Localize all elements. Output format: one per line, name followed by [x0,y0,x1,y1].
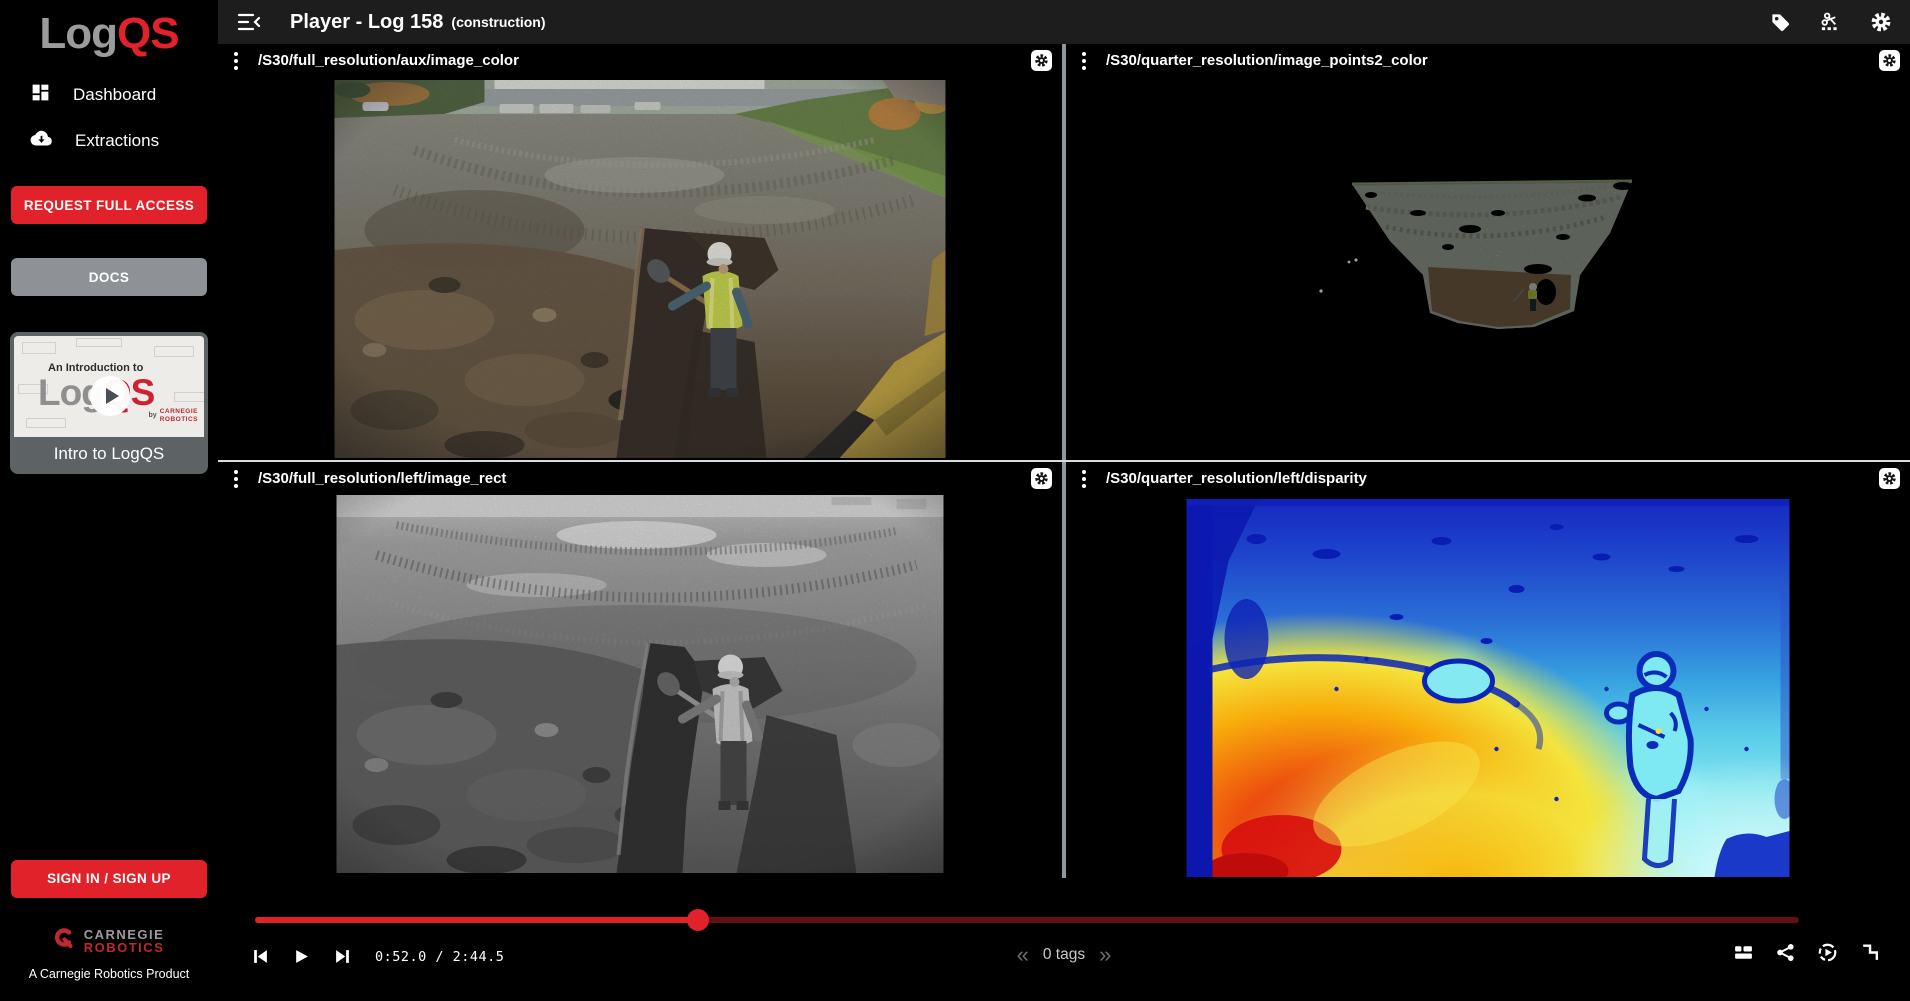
sidebar-item-label: Dashboard [73,85,156,105]
sketch-box [154,346,194,357]
panel-settings-icon[interactable] [1031,468,1052,489]
panel-grid: /S30/full_resolution/aux/image_color [218,44,1910,878]
panel-header: /S30/quarter_resolution/image_points2_co… [1066,44,1910,77]
panel-header: /S30/full_resolution/aux/image_color [218,44,1062,77]
page-title: Player - Log 158 [290,11,443,34]
previous-tag-icon[interactable]: « [1017,944,1029,966]
skip-previous-icon[interactable] [248,944,273,969]
disparity-canvas[interactable] [1066,495,1910,878]
carnegie-robotics-logo: CARNEGIE ROBOTICS [54,928,165,955]
panel-topic: /S30/full_resolution/aux/image_color [258,52,519,69]
sidebar-bottom: SIGN IN / SIGN UP CARNEGIE ROBOTICS A Ca… [0,860,218,1001]
request-full-access-button[interactable]: REQUEST FULL ACCESS [11,186,207,224]
topbar: Player - Log 158 (construction) [218,0,1910,44]
seek-progress [255,917,698,923]
step-layout-icon[interactable] [1859,942,1880,963]
sketch-box [22,342,56,354]
playback-speed-icon[interactable] [1817,942,1838,963]
video-caption: Intro to LogQS [14,437,204,470]
sidebar-nav: Dashboard Extractions [0,72,218,164]
next-tag-icon[interactable]: » [1099,944,1111,966]
skip-next-icon[interactable] [330,944,355,969]
byline-words: CARNEGIE ROBOTICS [160,408,198,422]
play-icon[interactable] [289,944,314,969]
cloud-download-icon [30,128,53,154]
panel-menu-icon[interactable] [228,466,244,492]
panel-settings-icon[interactable] [1879,50,1900,71]
tags-count-label: 0 tags [1043,946,1085,964]
page-subtitle: (construction) [451,14,545,30]
topbar-icons [1770,11,1892,34]
tag-icon[interactable] [1770,12,1791,33]
brand-words: CARNEGIE ROBOTICS [84,928,165,955]
point-cloud-canvas[interactable] [1066,77,1910,460]
panel-topic: /S30/quarter_resolution/left/disparity [1106,470,1367,487]
logqs-player-app: LogQS Dashboard Extractions REQUEST FULL [0,0,1910,1001]
image-rect-art [337,495,944,873]
sign-in-button[interactable]: SIGN IN / SIGN UP [11,860,207,898]
panel-settings-icon[interactable] [1879,468,1900,489]
panel-disparity: /S30/quarter_resolution/left/disparity [1066,462,1910,878]
seek-bar[interactable] [255,909,1799,931]
share-icon[interactable] [1775,942,1796,963]
collapse-sidebar-icon[interactable] [236,11,262,33]
panel-topic: /S30/full_resolution/left/image_rect [258,470,506,487]
sidebar-item-label: Extractions [75,131,159,151]
image-rect-canvas[interactable] [218,495,1062,878]
panel-topic: /S30/quarter_resolution/image_points2_co… [1106,52,1428,69]
byline-robotics: ROBOTICS [160,416,198,423]
panel-menu-icon[interactable] [228,48,244,74]
seek-handle[interactable] [687,909,709,931]
panel-menu-icon[interactable] [1076,466,1092,492]
gear-icon[interactable] [1870,11,1892,33]
logo-text-red: QS [117,9,179,58]
sketch-box [174,392,204,402]
brand-robotics: ROBOTICS [84,940,165,955]
image-color-art [335,80,946,458]
layout-dashboard-icon[interactable] [1733,942,1754,963]
sidebar-item-dashboard[interactable]: Dashboard [0,72,218,118]
point-cloud-art [1066,77,1910,460]
byline-by: by [149,412,157,419]
intro-video-thumbnail: An Introduction to LogQS by CARNEGIE ROB… [14,336,204,437]
logo-text-gray: Log [39,9,117,58]
intro-video-card[interactable]: An Introduction to LogQS by CARNEGIE ROB… [10,332,208,474]
sidebar: LogQS Dashboard Extractions REQUEST FULL [0,0,218,1001]
panel-settings-icon[interactable] [1031,50,1052,71]
sketch-box [76,338,122,347]
panel-points-color: /S30/quarter_resolution/image_points2_co… [1066,44,1910,460]
panel-menu-icon[interactable] [1076,48,1092,74]
byline-carnegie: CARNEGIE [160,408,198,415]
panel-header: /S30/quarter_resolution/left/disparity [1066,462,1910,495]
video-byline: by CARNEGIE ROBOTICS [149,408,198,422]
logqs-logo: LogQS [39,10,178,58]
product-line: A Carnegie Robotics Product [29,967,190,981]
dashboard-icon [30,82,51,108]
extraction-scissors-icon[interactable] [1819,11,1842,34]
player-controls-bar: 0:52.0 / 2:44.5 « 0 tags » [218,878,1910,1001]
docs-button[interactable]: DOCS [11,258,207,296]
sketch-box [26,418,66,428]
disparity-art [1187,499,1790,877]
panel-header: /S30/full_resolution/left/image_rect [218,462,1062,495]
image-color-canvas[interactable] [218,77,1062,460]
main-area: Player - Log 158 (construction) [218,0,1910,1001]
time-display: 0:52.0 / 2:44.5 [375,949,504,965]
transport-controls: 0:52.0 / 2:44.5 [248,944,504,969]
panel-image-color: /S30/full_resolution/aux/image_color [218,44,1062,460]
panel-image-rect: /S30/full_resolution/left/image_rect [218,462,1062,878]
sidebar-item-extractions[interactable]: Extractions [0,118,218,164]
player-right-icons [1733,942,1880,963]
carnegie-r-mark-icon [54,928,76,955]
